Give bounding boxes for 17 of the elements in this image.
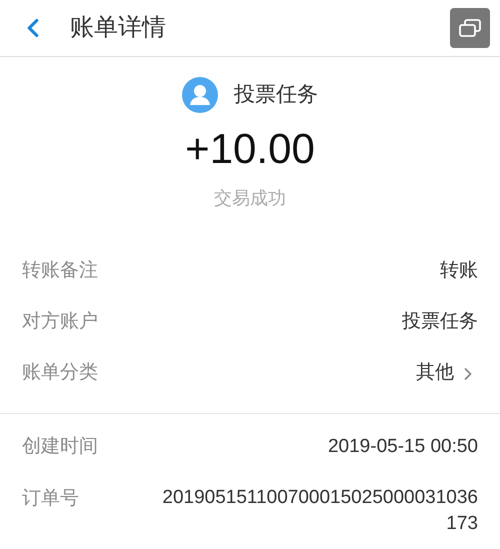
row-label: 创建时间: [22, 435, 98, 460]
row-value: 转账: [440, 259, 478, 284]
row-label: 账单分类: [22, 361, 98, 386]
windows-icon: [459, 19, 481, 37]
window-button[interactable]: [450, 8, 490, 48]
avatar-icon: [182, 77, 218, 113]
page-title: 账单详情: [70, 13, 167, 43]
row-label: 订单号: [22, 487, 79, 511]
row-value: 2019-05-15 00:50: [328, 435, 478, 460]
row-value: 投票任务: [402, 310, 478, 334]
status-text: 交易成功: [214, 187, 286, 210]
row-label: 转账备注: [22, 259, 98, 284]
row-label: 对方账户: [22, 310, 98, 334]
row-value: 201905151100700015025000031036173: [161, 486, 478, 536]
payee-name: 投票任务: [234, 82, 318, 108]
category-link[interactable]: 其他: [416, 359, 478, 388]
amount: +10.00: [185, 124, 315, 174]
